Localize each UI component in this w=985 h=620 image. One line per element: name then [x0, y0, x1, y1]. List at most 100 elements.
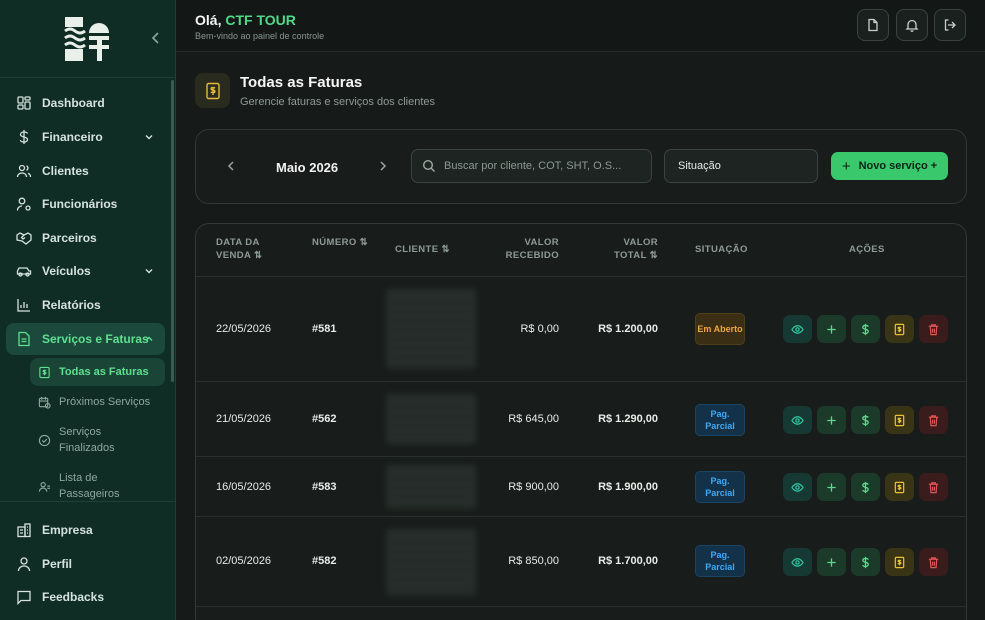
- sidebar-item-label: Empresa: [42, 523, 93, 537]
- add-button[interactable]: [817, 315, 846, 343]
- receipt-dollar-icon: [894, 414, 905, 426]
- cell-number[interactable]: #562: [312, 413, 336, 425]
- cell-total: R$ 1.290,00: [598, 413, 658, 425]
- users-icon: [16, 164, 32, 178]
- view-button[interactable]: [783, 548, 812, 576]
- payment-button[interactable]: [851, 548, 880, 576]
- trash-icon: [928, 556, 939, 568]
- logout-button[interactable]: [934, 9, 966, 41]
- cell-total: R$ 1.200,00: [598, 323, 658, 335]
- sidebar-item-empresa[interactable]: Empresa: [6, 514, 165, 546]
- plus-icon: [827, 557, 836, 567]
- message-square-icon: [17, 590, 31, 605]
- sidebar-item-dashboard[interactable]: Dashboard: [6, 87, 165, 119]
- delete-button[interactable]: [919, 406, 948, 434]
- sidebar: Dashboard Financeiro Clientes Funcionári…: [0, 0, 176, 620]
- sidebar-subitem-proximos-servicos[interactable]: Próximos Serviços: [30, 388, 165, 416]
- eye-icon: [791, 324, 804, 334]
- add-button[interactable]: [817, 473, 846, 501]
- sidebar-item-label: Veículos: [42, 264, 91, 278]
- sidebar-subitem-lista-passageiros[interactable]: Lista de Passageiros: [30, 465, 165, 501]
- invoice-title-icon: [195, 73, 230, 108]
- sidebar-item-financeiro[interactable]: Financeiro: [6, 121, 165, 153]
- payment-button[interactable]: [851, 315, 880, 343]
- invoice-icon: [39, 366, 50, 378]
- user-list-icon: [38, 481, 51, 492]
- sidebar-item-label: Financeiro: [42, 130, 103, 144]
- status-filter-select[interactable]: Situação: [664, 149, 818, 183]
- cell-received: R$ 0,00: [520, 323, 559, 335]
- sidebar-item-label: Perfil: [42, 557, 73, 571]
- payment-button[interactable]: [851, 473, 880, 501]
- page-title: Todas as Faturas: [240, 74, 363, 91]
- sidebar-item-servicos-faturas[interactable]: Serviços e Faturas: [6, 323, 165, 355]
- invoice-button[interactable]: [885, 548, 914, 576]
- th-date[interactable]: DATA DA VENDA ⇅: [216, 236, 276, 262]
- invoice-button[interactable]: [885, 473, 914, 501]
- chevron-left-icon[interactable]: [224, 159, 238, 173]
- company-logo[interactable]: [63, 15, 111, 63]
- sidebar-subitem-label: Todas as Faturas: [59, 366, 149, 378]
- chevron-right-icon[interactable]: [376, 159, 390, 173]
- th-total[interactable]: VALOR TOTAL ⇅: [596, 236, 658, 262]
- payment-button[interactable]: [851, 406, 880, 434]
- sidebar-item-perfil[interactable]: Perfil: [6, 548, 165, 580]
- sidebar-item-label: Dashboard: [42, 96, 105, 110]
- top-header: Olá, CTF TOUR Bem-vindo ao painel de con…: [176, 0, 985, 52]
- receipt-dollar-icon: [894, 556, 905, 568]
- th-client[interactable]: CLIENTE ⇅: [395, 243, 475, 256]
- cell-number[interactable]: #583: [312, 481, 336, 493]
- chevron-up-icon: [145, 336, 153, 341]
- invoice-button[interactable]: [885, 315, 914, 343]
- th-number[interactable]: NÚMERO ⇅: [312, 236, 372, 249]
- sidebar-item-clientes[interactable]: Clientes: [6, 155, 165, 187]
- receipt-dollar-icon: [894, 481, 905, 493]
- cell-received: R$ 645,00: [508, 413, 559, 425]
- collapse-sidebar-icon[interactable]: [148, 30, 164, 46]
- sidebar-item-relatorios[interactable]: Relatórios: [6, 289, 165, 321]
- sidebar-item-funcionarios[interactable]: Funcionários: [6, 188, 165, 220]
- sidebar-subitem-servicos-finalizados[interactable]: Serviços Finalizados: [30, 419, 165, 461]
- receipt-dollar-icon: [205, 82, 220, 99]
- cell-number[interactable]: #581: [312, 323, 336, 335]
- dashboard-icon: [17, 96, 31, 110]
- view-button[interactable]: [783, 315, 812, 343]
- search-icon: [422, 159, 435, 172]
- sidebar-subitem-label: Próximos Serviços: [59, 396, 151, 408]
- delete-button[interactable]: [919, 548, 948, 576]
- new-service-label: Novo serviço +: [858, 160, 938, 172]
- th-status: SITUAÇÃO: [695, 244, 748, 255]
- sidebar-item-veiculos[interactable]: Veículos: [6, 255, 165, 287]
- bar-chart-icon: [17, 299, 30, 312]
- dollar-icon: [862, 414, 869, 426]
- notifications-button[interactable]: [896, 9, 928, 41]
- view-button[interactable]: [783, 473, 812, 501]
- sidebar-subitem-label: Lista de Passageiros: [59, 472, 120, 500]
- month-label: Maio 2026: [276, 160, 339, 175]
- greeting-prefix: Olá,: [195, 12, 226, 28]
- delete-button[interactable]: [919, 473, 948, 501]
- sidebar-subitem-todas-faturas[interactable]: Todas as Faturas: [30, 358, 165, 386]
- row-actions: [783, 406, 948, 434]
- welcome-text: Bem-vindo ao painel de controle: [195, 31, 325, 41]
- invoices-table: DATA DA VENDA ⇅ NÚMERO ⇅ CLIENTE ⇅ VALOR…: [195, 223, 967, 620]
- client-name-redacted: [386, 394, 476, 444]
- cell-date: 02/05/2026: [216, 555, 272, 567]
- add-button[interactable]: [817, 548, 846, 576]
- handshake-icon: [16, 232, 32, 245]
- filter-card: Maio 2026 Situação + Novo serviço +: [195, 129, 967, 204]
- view-button[interactable]: [783, 406, 812, 434]
- eye-icon: [791, 482, 804, 492]
- delete-button[interactable]: [919, 315, 948, 343]
- cell-number[interactable]: #582: [312, 555, 336, 567]
- search-input[interactable]: [444, 160, 634, 172]
- invoice-button[interactable]: [885, 406, 914, 434]
- document-button[interactable]: [857, 9, 889, 41]
- sidebar-item-parceiros[interactable]: Parceiros: [6, 222, 165, 254]
- client-name-redacted: [386, 465, 476, 509]
- new-service-button[interactable]: + Novo serviço +: [831, 152, 948, 180]
- search-box[interactable]: [411, 149, 652, 183]
- sidebar-item-feedbacks[interactable]: Feedbacks: [6, 581, 165, 613]
- add-button[interactable]: [817, 406, 846, 434]
- table-row: 02/05/2026 #582 R$ 850,00 R$ 1.700,00 Pa…: [196, 517, 966, 607]
